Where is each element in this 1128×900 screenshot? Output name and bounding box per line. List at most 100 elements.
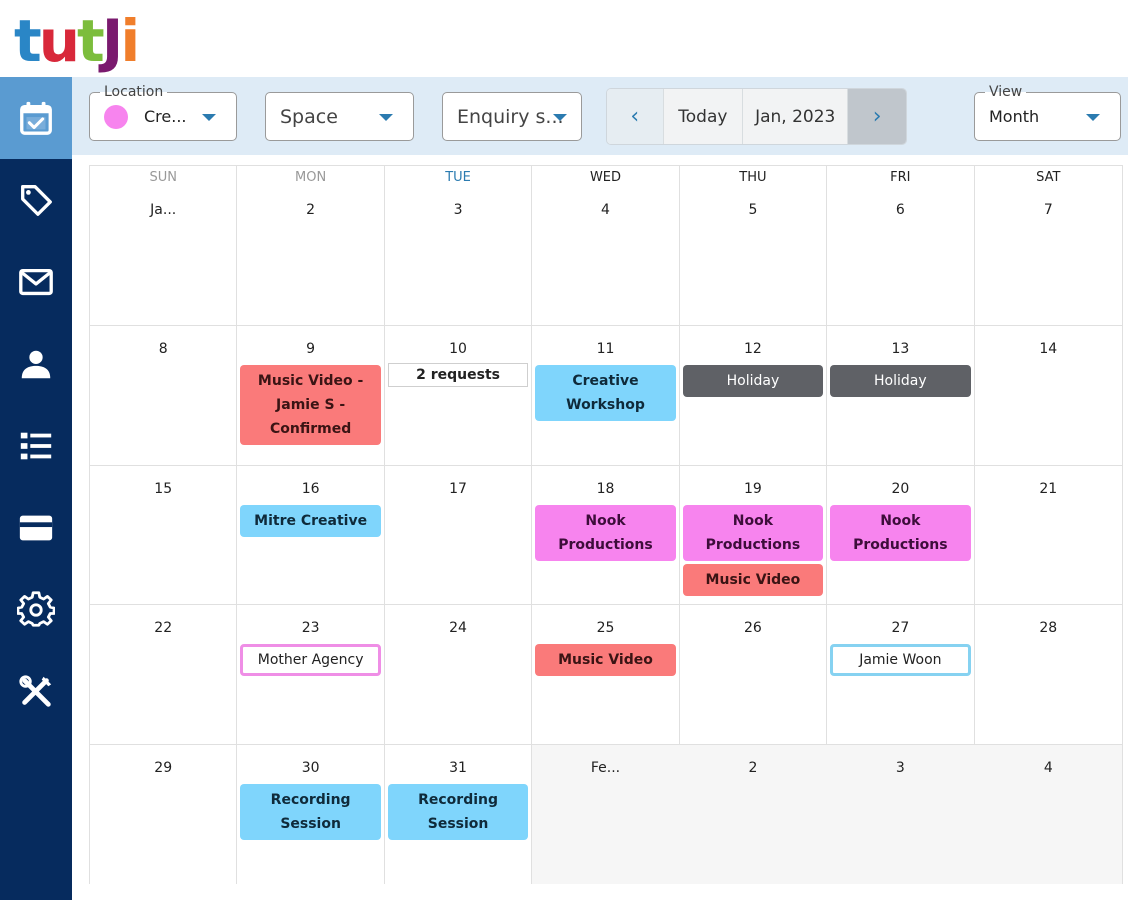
calendar-day-cell[interactable]: 10 2 requests [384,326,533,466]
day-number: Fe... [590,760,621,776]
user-icon [21,350,51,379]
calendar-event[interactable]: Music Video [535,644,676,676]
view-label: View [985,83,1027,101]
day-number: 3 [895,760,905,776]
day-number: 10 [449,341,467,357]
month-calendar-grid: SUN Ja... MON 2 TUE 3 WED 4 THU 5 FRI 6 SAT 7 8 9 Music … [89,165,1123,884]
sidebar-item-calendar[interactable] [0,77,72,159]
calendar-day-cell[interactable]: MON 2 [237,166,385,326]
calendar-day-cell[interactable]: 3 [827,745,975,884]
calendar-day-cell[interactable]: 11 Creative Workshop [532,326,680,466]
sidebar-item-contacts[interactable] [0,323,72,405]
day-number: 20 [891,481,910,497]
sidebar-item-list[interactable] [0,405,72,487]
logo-letter: J [101,7,124,75]
calendar-event[interactable]: Holiday [682,365,824,397]
sidebar-item-settings[interactable] [0,569,72,651]
day-number: 25 [596,620,615,636]
current-month-label[interactable]: Jan, 2023 [743,89,849,144]
calendar-day-cell[interactable]: 2 [679,745,828,884]
calendar-event[interactable]: Nook Productions [682,505,824,561]
calendar-event[interactable]: Nook Productions [535,505,676,561]
calendar-day-cell[interactable]: THU 5 [679,166,828,326]
today-button[interactable]: Today [663,89,744,144]
previous-month-button[interactable]: ‹ [607,89,664,144]
weekday-header: THU [739,170,767,185]
day-number: 7 [1043,202,1053,218]
calendar-day-cell[interactable]: 4 [974,745,1122,884]
calendar-day-cell[interactable]: 14 [974,326,1122,466]
location-select[interactable]: Location Cre... [89,83,237,141]
sidebar-item-tags[interactable] [0,159,72,241]
calendar-day-cell[interactable]: 15 [90,466,238,605]
calendar-day-cell[interactable]: 29 [90,745,238,884]
calendar-day-cell[interactable]: 12 Holiday [679,326,828,466]
calendar-day-cell[interactable]: 26 [679,605,828,745]
calendar-day-cell[interactable]: 22 [90,605,238,745]
day-number: 26 [744,620,762,636]
day-number: 5 [748,202,758,218]
space-placeholder: Space [280,105,338,128]
day-number: 2 [306,202,316,218]
location-color-dot [104,104,128,129]
day-number: 6 [895,202,905,218]
date-navigation: ‹ Today Jan, 2023 › [606,88,907,145]
chevron-down-icon [553,114,567,121]
day-number: 29 [154,760,173,776]
calendar-day-cell[interactable]: 17 [384,466,533,605]
calendar-event[interactable]: Mitre Creative [240,505,381,537]
calendar-day-cell[interactable]: 25 Music Video [532,605,680,745]
sidebar-item-tools[interactable] [0,651,72,733]
calendar-day-cell[interactable]: 18 Nook Productions [532,466,680,605]
calendar-day-cell[interactable]: 21 [974,466,1122,605]
credit-card-icon [19,515,53,541]
calendar-event[interactable]: Music Video [682,564,824,596]
next-month-button[interactable]: › [848,89,906,144]
calendar-event[interactable]: Jamie Woon [830,644,971,676]
day-number: 12 [744,341,762,357]
calendar-day-cell[interactable]: 31 Recording Session [384,745,533,884]
tools-icon [19,675,52,707]
sidebar-item-messages[interactable] [0,241,72,323]
calendar-day-cell[interactable]: FRI 6 [827,166,975,326]
view-select[interactable]: View Month [974,83,1121,141]
gear-icon [17,591,55,627]
calendar-day-cell[interactable]: TUE 3 [384,166,533,326]
calendar-toolbar: Location Cre... Space Enquiry s... ‹ Tod… [72,77,1128,155]
mail-icon [19,268,53,296]
calendar-event[interactable]: Mother Agency [240,644,381,676]
view-value: Month [989,107,1040,126]
day-number: 19 [744,481,762,497]
calendar-event[interactable]: Recording Session [240,784,381,840]
calendar-day-cell[interactable]: 9 Music Video - Jamie S - Confirmed [237,326,385,466]
calendar-day-cell[interactable]: WED 4 [532,166,680,326]
calendar-event[interactable]: Holiday [830,365,971,397]
calendar-event[interactable]: Nook Productions [830,505,971,561]
calendar-event[interactable]: Recording Session [387,784,529,840]
calendar-day-cell[interactable]: 28 [974,605,1122,745]
calendar-day-cell[interactable]: 8 [90,326,238,466]
day-number: 21 [1039,481,1058,497]
calendar-event[interactable]: Music Video - Jamie S - Confirmed [240,365,381,445]
logo-letter: t [77,7,105,75]
calendar-day-cell[interactable]: SUN Ja... [90,166,238,326]
enquiry-status-select[interactable]: Enquiry s... [442,92,582,141]
day-number: 23 [301,620,320,636]
calendar-day-cell[interactable]: 27 Jamie Woon [827,605,975,745]
calendar-day-cell[interactable]: SAT 7 [974,166,1122,326]
calendar-event[interactable]: Creative Workshop [535,365,676,421]
calendar-day-cell[interactable]: 20 Nook Productions [827,466,975,605]
space-select[interactable]: Space [265,92,414,141]
calendar-day-cell[interactable]: 24 [384,605,533,745]
calendar-day-cell[interactable]: 23 Mother Agency [237,605,385,745]
requests-badge[interactable]: 2 requests [387,363,529,387]
calendar-day-cell[interactable]: 16 Mitre Creative [237,466,385,605]
calendar-day-cell[interactable]: 19 Nook Productions Music Video [679,466,828,605]
tag-icon [21,185,52,216]
day-number: 8 [158,341,168,357]
calendar-day-cell[interactable]: 13 Holiday [827,326,975,466]
day-number: 31 [449,760,467,776]
calendar-day-cell[interactable]: Fe... [532,745,680,884]
calendar-day-cell[interactable]: 30 Recording Session [237,745,385,884]
sidebar-item-payments[interactable] [0,487,72,569]
